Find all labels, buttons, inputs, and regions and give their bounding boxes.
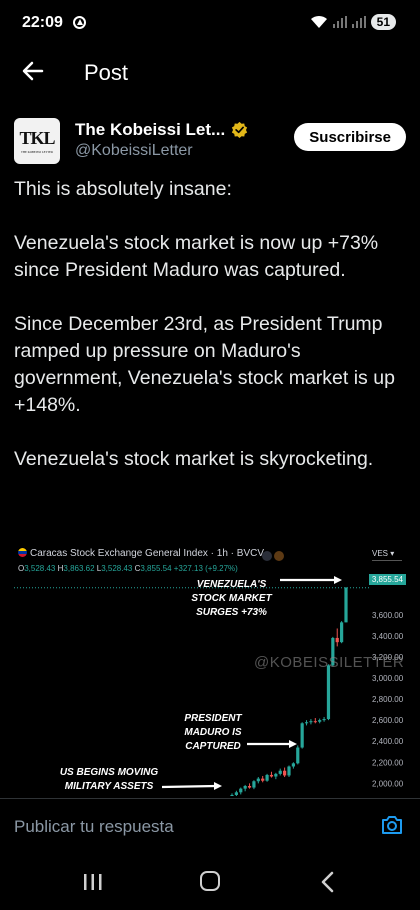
chart-status-dots xyxy=(262,548,286,566)
ohlc-low: 3,528.43 xyxy=(101,564,133,573)
ohlc-change: +327.13 (+9.27%) xyxy=(173,564,238,573)
home-icon[interactable] xyxy=(200,871,220,891)
annotation-maduro-captured: PRESIDENT MADURO IS CAPTURED xyxy=(184,713,242,752)
candle-body xyxy=(252,781,256,788)
candle-body xyxy=(335,637,339,643)
system-back-icon[interactable] xyxy=(318,870,338,894)
back-arrow-icon[interactable] xyxy=(20,58,46,84)
candle-body xyxy=(340,622,344,643)
battery-badge: 51 xyxy=(370,14,396,30)
candle-body xyxy=(322,719,326,721)
signal-icon-2 xyxy=(351,16,366,28)
post-text: This is absolutely insane: Venezuela's s… xyxy=(14,178,395,470)
ohlc-close: 3,855.54 xyxy=(140,564,172,573)
candle-body xyxy=(278,770,282,774)
candle-body xyxy=(256,778,260,782)
avatar-logo-text: TKL xyxy=(19,128,55,148)
author-handle[interactable]: @KobeissiLetter xyxy=(75,142,193,160)
candle-body xyxy=(247,785,252,788)
last-price-tag: 3,855.54 xyxy=(368,574,406,585)
reply-input[interactable]: Publicar tu respuesta xyxy=(14,817,174,837)
page-title: Post xyxy=(84,60,129,85)
candle-body xyxy=(274,773,278,777)
status-dot-icon xyxy=(262,551,272,561)
y-tick-label: 3,400.00 xyxy=(372,632,404,641)
top-bar: Post xyxy=(0,46,420,100)
candle-body xyxy=(296,747,300,764)
candle-body xyxy=(318,720,322,722)
y-tick-label: 3,600.00 xyxy=(372,611,404,620)
chart-image[interactable]: 3,600.00 3,400.00 3,200.00 3,000.00 2,800.00… xyxy=(14,542,410,796)
candle-body xyxy=(265,774,269,781)
post-author: TKL THE KOBEISSI LETTER The Kobeissi Let… xyxy=(14,118,406,168)
ohlc-open: 3,528.43 xyxy=(24,564,56,573)
y-tick-label: 2,600.00 xyxy=(372,716,404,725)
avatar[interactable]: TKL THE KOBEISSI LETTER xyxy=(14,118,60,164)
currency-selector: VES ▾ xyxy=(372,549,402,561)
system-nav-bar xyxy=(0,854,420,910)
avatar-logo-subtext: THE KOBEISSI LETTER xyxy=(21,150,53,154)
annotation-military-assets: US BEGINS MOVING MILITARY ASSETS xyxy=(59,767,159,792)
candle-body xyxy=(300,723,304,748)
status-icons: 51 xyxy=(310,14,396,30)
arrow-military xyxy=(161,784,217,789)
recent-apps-icon[interactable] xyxy=(82,872,104,892)
chart-title: Caracas Stock Exchange General Index · 1… xyxy=(30,548,265,559)
market-closed-dot-icon xyxy=(274,551,284,561)
candle-body xyxy=(239,788,243,793)
candle-body xyxy=(283,770,287,776)
status-time: 22:09 xyxy=(22,14,63,31)
candle-body xyxy=(230,794,234,796)
candle-body xyxy=(344,587,348,623)
status-bar: 22:09 51 xyxy=(0,0,420,46)
arrow-maduro-head xyxy=(289,740,297,748)
candle-body xyxy=(287,766,291,776)
chart-title-row: Caracas Stock Exchange General Index · 1… xyxy=(18,548,264,559)
arrow-military-head xyxy=(214,782,222,790)
reply-bar: Publicar tu respuesta xyxy=(0,798,420,854)
y-tick-label: 3,000.00 xyxy=(372,674,404,683)
author-name[interactable]: The Kobeissi Let... xyxy=(75,120,225,140)
ohlc-high: 3,863.62 xyxy=(63,564,95,573)
y-tick-label: 2,200.00 xyxy=(372,758,404,767)
y-tick-label: 2,800.00 xyxy=(372,695,404,704)
wifi-icon xyxy=(310,15,327,28)
currency-label: VES xyxy=(372,549,389,558)
candle-body xyxy=(261,778,265,781)
venezuela-flag-icon xyxy=(18,548,27,557)
app-notification-icon xyxy=(73,16,86,29)
chart-watermark: @KOBEISSILETTER xyxy=(254,654,405,671)
verified-badge-icon xyxy=(231,121,248,138)
candle-body xyxy=(243,785,247,789)
candle-body xyxy=(309,721,313,723)
y-tick-label: 2,000.00 xyxy=(372,779,404,788)
candle-body xyxy=(304,722,309,724)
y-tick-label: 2,400.00 xyxy=(372,737,404,746)
subscribe-button[interactable]: Suscribirse xyxy=(294,123,406,151)
candle-body xyxy=(269,774,274,777)
arrow-surge-head xyxy=(334,576,342,584)
annotation-surge: VENEZUELA'S STOCK MARKET SURGES +73% xyxy=(191,579,272,618)
candle-body xyxy=(313,721,317,723)
signal-icon xyxy=(332,16,347,28)
candle-body xyxy=(234,792,238,795)
candle-body xyxy=(291,763,295,767)
chart-ohlc: O3,528.43 H3,863.62 L3,528.43 C3,855.54 … xyxy=(18,564,238,573)
camera-icon[interactable] xyxy=(380,813,404,837)
candle-body xyxy=(326,665,331,720)
